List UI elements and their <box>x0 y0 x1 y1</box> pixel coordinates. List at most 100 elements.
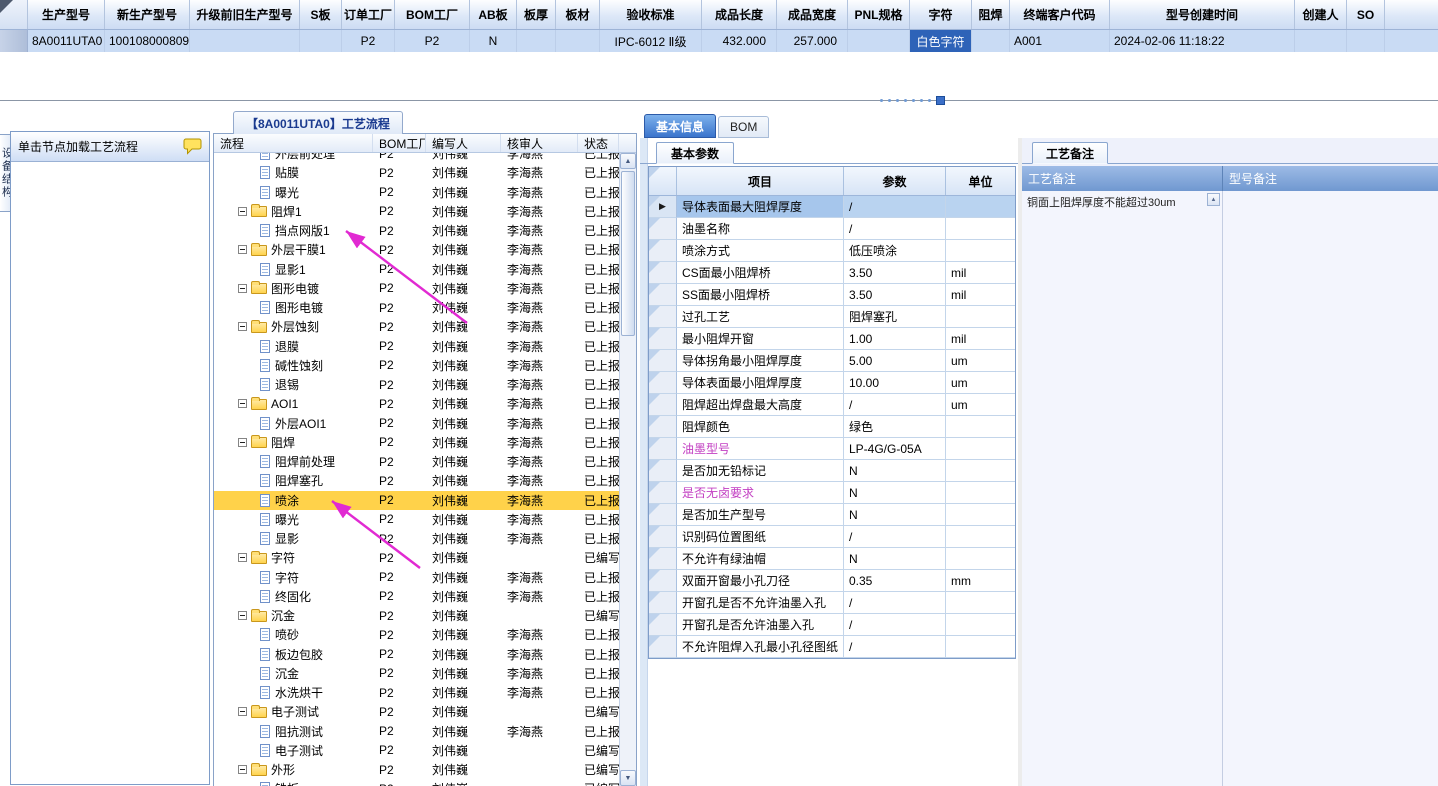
param-value-cell[interactable]: / <box>844 614 946 636</box>
param-value-cell[interactable]: 10.00 <box>844 372 946 394</box>
summary-cell[interactable]: P2 <box>395 30 470 52</box>
model-note-cell[interactable] <box>1223 191 1438 786</box>
flow-node-step[interactable]: 曝光 P2 刘伟巍 李海燕 已上报 <box>214 183 619 202</box>
param-value-cell[interactable]: / <box>844 394 946 416</box>
param-row-marker[interactable] <box>649 218 677 240</box>
param-unit-cell[interactable]: mil <box>946 262 1015 284</box>
summary-cell[interactable] <box>300 30 342 52</box>
flow-node-step[interactable]: 退膜 P2 刘伟巍 李海燕 已上报 <box>214 337 619 356</box>
param-item-cell[interactable]: SS面最小阻焊桥 <box>677 284 844 306</box>
param-item-cell[interactable]: 油墨型号 <box>677 438 844 460</box>
param-item-cell[interactable]: 是否无卤要求 <box>677 482 844 504</box>
col-item[interactable]: 项目 <box>677 167 844 195</box>
param-row-marker[interactable] <box>649 504 677 526</box>
param-row-marker[interactable] <box>649 394 677 416</box>
flow-node-folder[interactable]: 阻焊 P2 刘伟巍 李海燕 已上报 <box>214 433 619 452</box>
summary-cell[interactable] <box>1295 30 1347 52</box>
param-row-marker[interactable] <box>649 416 677 438</box>
flow-node-folder[interactable]: 电子测试 P2 刘伟巍 已编写 <box>214 702 619 721</box>
param-value-cell[interactable]: / <box>844 196 946 218</box>
param-item-cell[interactable]: 阻焊颜色 <box>677 416 844 438</box>
summary-col-header[interactable]: 字符 <box>910 0 972 29</box>
param-row[interactable]: 是否加生产型号 N <box>649 504 1015 526</box>
flow-title-tab[interactable]: 【8A0011UTA0】工艺流程 <box>233 111 403 134</box>
scroll-up-button[interactable]: ▲ <box>620 153 636 169</box>
flow-node-folder[interactable]: 字符 P2 刘伟巍 已编写 <box>214 548 619 567</box>
param-row[interactable]: 不允许阻焊入孔最小孔径图纸 / <box>649 636 1015 658</box>
param-value-cell[interactable]: 5.00 <box>844 350 946 372</box>
tab-basic-info[interactable]: 基本信息 <box>644 114 717 138</box>
summary-col-header[interactable]: 板材 <box>556 0 600 29</box>
summary-col-header[interactable]: 升级前旧生产型号 <box>190 0 300 29</box>
param-unit-cell[interactable] <box>946 218 1015 240</box>
param-row-marker[interactable] <box>649 548 677 570</box>
param-item-cell[interactable]: 阻焊超出焊盘最大高度 <box>677 394 844 416</box>
param-unit-cell[interactable] <box>946 460 1015 482</box>
summary-col-header[interactable]: 订单工厂 <box>342 0 395 29</box>
col-parameter[interactable]: 参数 <box>844 167 946 195</box>
summary-cell[interactable] <box>1347 30 1385 52</box>
param-item-cell[interactable]: 是否加无铅标记 <box>677 460 844 482</box>
param-unit-cell[interactable] <box>946 438 1015 460</box>
param-unit-cell[interactable] <box>946 636 1015 658</box>
param-item-cell[interactable]: 最小阻焊开窗 <box>677 328 844 350</box>
param-row[interactable]: 最小阻焊开窗 1.00 mil <box>649 328 1015 350</box>
flow-node-step[interactable]: 阻焊塞孔 P2 刘伟巍 李海燕 已上报 <box>214 471 619 490</box>
process-note-cell[interactable]: 铜面上阻焊厚度不能超过30um ▲ <box>1022 191 1223 786</box>
summary-cell[interactable]: 10010800080944 <box>105 30 190 52</box>
param-row[interactable]: 是否无卤要求 N <box>649 482 1015 504</box>
flow-scrollbar[interactable]: ▲ ▼ <box>619 153 636 786</box>
flow-node-folder[interactable]: 图形电镀 P2 刘伟巍 李海燕 已上报 <box>214 279 619 298</box>
param-value-cell[interactable]: 3.50 <box>844 284 946 306</box>
tab-basic-params[interactable]: 基本参数 <box>656 142 735 164</box>
param-row-marker[interactable] <box>649 636 677 658</box>
row-marker-cell[interactable] <box>0 30 28 52</box>
param-row[interactable]: 过孔工艺 阻焊塞孔 <box>649 306 1015 328</box>
param-row[interactable]: CS面最小阻焊桥 3.50 mil <box>649 262 1015 284</box>
param-value-cell[interactable]: / <box>844 218 946 240</box>
flow-node-step[interactable]: 终固化 P2 刘伟巍 李海燕 已上报 <box>214 587 619 606</box>
summary-cell[interactable] <box>848 30 910 52</box>
param-row[interactable]: 油墨名称 / <box>649 218 1015 240</box>
flow-node-step[interactable]: 阻焊前处理 P2 刘伟巍 李海燕 已上报 <box>214 452 619 471</box>
param-unit-cell[interactable]: um <box>946 350 1015 372</box>
flow-node-step[interactable]: 贴膜 P2 刘伟巍 李海燕 已上报 <box>214 163 619 182</box>
summary-cell[interactable] <box>190 30 300 52</box>
param-row[interactable]: 是否加无铅标记 N <box>649 460 1015 482</box>
summary-cell[interactable]: IPC-6012 Ⅱ级 <box>600 30 702 52</box>
param-value-cell[interactable]: N <box>844 504 946 526</box>
summary-col-header[interactable]: 板厚 <box>517 0 556 29</box>
param-unit-cell[interactable] <box>946 482 1015 504</box>
flow-node-step[interactable]: 挡点网版1 P2 刘伟巍 李海燕 已上报 <box>214 221 619 240</box>
summary-col-header[interactable]: PNL规格 <box>848 0 910 29</box>
summary-col-header[interactable]: 新生产型号 <box>105 0 190 29</box>
summary-col-header[interactable]: BOM工厂 <box>395 0 470 29</box>
param-row-marker[interactable] <box>649 438 677 460</box>
param-unit-cell[interactable]: mil <box>946 284 1015 306</box>
param-row-marker[interactable] <box>649 526 677 548</box>
param-row[interactable]: SS面最小阻焊桥 3.50 mil <box>649 284 1015 306</box>
col-reviewer[interactable]: 核审人 <box>501 134 578 152</box>
param-row[interactable]: 不允许有绿油帽 N <box>649 548 1015 570</box>
summary-cell[interactable]: 白色字符 <box>910 30 972 52</box>
param-row-marker[interactable] <box>649 284 677 306</box>
param-row-marker[interactable] <box>649 570 677 592</box>
flow-node-step[interactable]: 显影1 P2 刘伟巍 李海燕 已上报 <box>214 260 619 279</box>
flow-node-step[interactable]: 字符 P2 刘伟巍 李海燕 已上报 <box>214 568 619 587</box>
param-value-cell[interactable]: N <box>844 548 946 570</box>
col-status[interactable]: 状态 <box>578 134 619 152</box>
param-unit-cell[interactable]: mm <box>946 570 1015 592</box>
scroll-down-button[interactable]: ▼ <box>620 770 636 786</box>
param-unit-cell[interactable]: um <box>946 372 1015 394</box>
param-row[interactable]: 开窗孔是否允许油墨入孔 / <box>649 614 1015 636</box>
flow-node-step[interactable]: 喷涂 P2 刘伟巍 李海燕 已上报 <box>214 490 619 510</box>
flow-node-step[interactable]: 外层AOI1 P2 刘伟巍 李海燕 已上报 <box>214 414 619 433</box>
flow-node-step[interactable]: 图形电镀 P2 刘伟巍 李海燕 已上报 <box>214 298 619 317</box>
summary-cell[interactable]: 8A0011UTA0 <box>28 30 105 52</box>
param-row-marker[interactable] <box>649 262 677 284</box>
summary-col-header[interactable]: AB板 <box>470 0 517 29</box>
param-item-cell[interactable]: 导体拐角最小阻焊厚度 <box>677 350 844 372</box>
param-item-cell[interactable]: 喷涂方式 <box>677 240 844 262</box>
param-row[interactable]: 开窗孔是否不允许油墨入孔 / <box>649 592 1015 614</box>
flow-node-step[interactable]: 板边包胶 P2 刘伟巍 李海燕 已上报 <box>214 645 619 664</box>
